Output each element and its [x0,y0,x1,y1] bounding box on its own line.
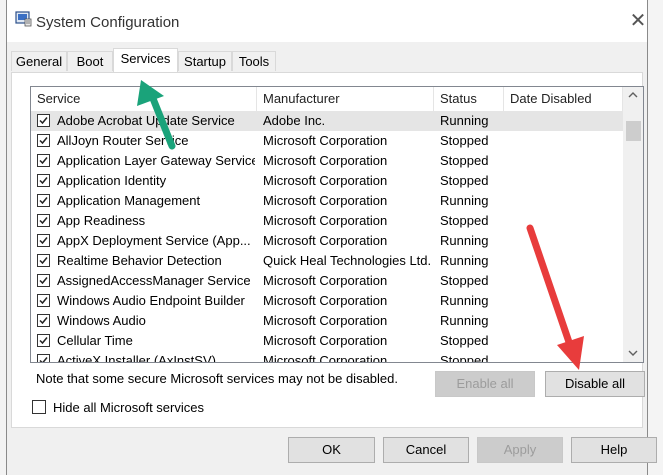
enable-all-button[interactable]: Enable all [435,371,535,397]
manufacturer-cell: Microsoft Corporation [263,333,388,348]
close-button[interactable]: ✕ [627,10,649,32]
services-panel: Service Manufacturer Status Date Disable… [11,72,645,428]
tab-general[interactable]: General [11,51,67,71]
status-cell: Stopped [440,173,489,188]
service-name-cell: Application Identity [57,173,167,188]
hide-microsoft-services-checkbox[interactable] [32,400,46,414]
status-cell: Stopped [440,133,489,148]
manufacturer-cell: Quick Heal Technologies Ltd. [263,253,432,268]
service-checkbox[interactable] [37,134,50,147]
help-button[interactable]: Help [571,437,657,463]
tab-boot[interactable]: Boot [67,51,113,71]
service-name-cell: ActiveX Installer (AxInstSV) [57,353,216,363]
table-row[interactable]: Application Layer Gateway Service Microso… [31,151,623,171]
service-checkbox[interactable] [37,274,50,287]
scroll-down-arrow-icon[interactable] [623,345,643,362]
manufacturer-cell: Microsoft Corporation [263,353,388,363]
status-cell: Stopped [440,213,489,228]
scrollbar-thumb[interactable] [626,121,641,141]
service-name-cell: Cellular Time [57,333,133,348]
disable-all-button[interactable]: Disable all [545,371,645,397]
manufacturer-cell: Adobe Inc. [263,113,326,128]
tab-tools[interactable]: Tools [232,51,276,71]
service-checkbox[interactable] [37,354,50,362]
status-cell: Stopped [440,333,489,348]
table-row[interactable]: Windows Audio Endpoint Builder Microsoft … [31,291,623,311]
service-name-cell: Adobe Acrobat Update Service [57,113,235,128]
column-header-status[interactable]: Status [434,87,504,111]
table-row[interactable]: AssignedAccessManager Service Microsoft C… [31,271,623,291]
status-cell: Stopped [440,153,489,168]
service-checkbox[interactable] [37,174,50,187]
service-name-cell: Application Layer Gateway Service [57,153,255,168]
manufacturer-cell: Microsoft Corporation [263,153,388,168]
service-checkbox[interactable] [37,254,50,267]
table-row[interactable]: ActiveX Installer (AxInstSV) Microsoft Co… [31,351,623,363]
secure-services-note: Note that some secure Microsoft services… [36,371,398,386]
column-header-service[interactable]: Service [31,87,257,111]
status-cell: Running [440,293,489,308]
manufacturer-cell: Microsoft Corporation [263,173,388,188]
table-row[interactable]: AllJoyn Router Service Microsoft Corporat… [31,131,623,151]
status-cell: Running [440,113,489,128]
service-checkbox[interactable] [37,334,50,347]
title-bar: System Configuration ✕ [7,0,647,42]
manufacturer-cell: Microsoft Corporation [263,193,388,208]
manufacturer-cell: Microsoft Corporation [263,313,388,328]
column-header-date-disabled[interactable]: Date Disabled [504,87,623,111]
table-row[interactable]: Cellular Time Microsoft Corporation Stoppe… [31,331,623,351]
table-row[interactable]: Application Identity Microsoft Corporatio… [31,171,623,191]
service-checkbox[interactable] [37,194,50,207]
column-header-manufacturer[interactable]: Manufacturer [257,87,434,111]
service-name-cell: App Readiness [57,213,146,228]
manufacturer-cell: Microsoft Corporation [263,293,388,308]
service-checkbox[interactable] [37,214,50,227]
table-row[interactable]: App Readiness Microsoft Corporation Stoppe… [31,211,623,231]
service-name-cell: AppX Deployment Service (App... [57,233,251,248]
manufacturer-cell: Microsoft Corporation [263,133,388,148]
status-cell: Stopped [440,353,489,363]
system-configuration-window: System Configuration ✕ General Boot Serv… [6,0,657,475]
service-checkbox[interactable] [37,234,50,247]
status-cell: Running [440,253,489,268]
table-row[interactable]: Adobe Acrobat Update Service Adobe Inc. Ru… [31,111,623,131]
table-row[interactable]: Realtime Behavior Detection Quick Heal Te… [31,251,623,271]
status-cell: Running [440,233,489,248]
manufacturer-cell: Microsoft Corporation [263,213,388,228]
cancel-button[interactable]: Cancel [383,437,469,463]
status-cell: Stopped [440,273,489,288]
service-name-cell: Windows Audio [57,313,146,328]
status-cell: Running [440,193,489,208]
tab-services[interactable]: Services [113,48,178,72]
table-row[interactable]: Windows Audio Microsoft Corporation Runnin… [31,311,623,331]
close-icon: ✕ [629,10,647,32]
service-checkbox[interactable] [37,294,50,307]
service-name-cell: AllJoyn Router Service [57,133,189,148]
hide-microsoft-services-label: Hide all Microsoft services [53,400,204,415]
service-name-cell: Windows Audio Endpoint Builder [57,293,245,308]
status-cell: Running [440,313,489,328]
services-list[interactable]: Service Manufacturer Status Date Disable… [30,86,644,363]
msconfig-app-icon [15,11,32,27]
apply-button[interactable]: Apply [477,437,563,463]
service-checkbox[interactable] [37,154,50,167]
vertical-scrollbar[interactable] [623,87,643,362]
service-name-cell: Realtime Behavior Detection [57,253,222,268]
service-checkbox[interactable] [37,314,50,327]
table-row[interactable]: AppX Deployment Service (App... Microsoft… [31,231,623,251]
service-checkbox[interactable] [37,114,50,127]
table-row[interactable]: Application Management Microsoft Corporat… [31,191,623,211]
service-name-cell: Application Management [57,193,201,208]
manufacturer-cell: Microsoft Corporation [263,233,388,248]
scroll-up-arrow-icon[interactable] [623,87,643,104]
manufacturer-cell: Microsoft Corporation [263,273,388,288]
background-right [648,0,663,475]
window-title: System Configuration [36,14,180,31]
ok-button[interactable]: OK [288,437,375,463]
tab-startup[interactable]: Startup [178,51,232,71]
service-name-cell: AssignedAccessManager Service [57,273,251,288]
